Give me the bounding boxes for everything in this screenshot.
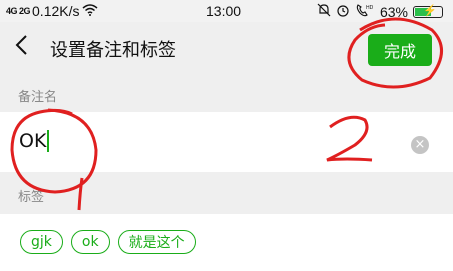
alarm-icon	[336, 3, 350, 20]
status-bar: 4G 2G 0.12K/s 13:00 HD 63% ⚡	[0, 0, 453, 22]
text-cursor	[47, 130, 50, 152]
charging-icon: ⚡	[423, 4, 437, 17]
tag-list: gjk ok 就是这个	[20, 230, 196, 254]
status-left: 4G 2G 0.12K/s	[6, 3, 98, 19]
remark-input-row: OK ×	[0, 112, 453, 172]
tag-chip[interactable]: gjk	[20, 230, 63, 254]
back-button[interactable]	[14, 34, 36, 62]
wifi-icon	[82, 3, 98, 19]
chevron-left-icon	[15, 35, 27, 55]
battery-icon: ⚡	[413, 4, 443, 18]
svg-text:HD: HD	[366, 5, 374, 11]
remark-input-value: OK	[19, 130, 47, 152]
tag-chip[interactable]: ok	[70, 230, 110, 254]
remark-input[interactable]: OK	[19, 130, 50, 152]
done-button[interactable]: 完成	[368, 34, 432, 66]
battery-percent: 63%	[379, 3, 408, 20]
signal-icon: 4G 2G	[6, 6, 31, 16]
page-title: 设置备注和标签	[50, 40, 176, 61]
tags-section-header: 标签	[0, 172, 453, 214]
tags-label: 标签	[18, 190, 45, 205]
network-speed: 0.12K/s	[32, 3, 80, 19]
tag-chip[interactable]: 就是这个	[117, 230, 196, 254]
hd-call-icon: HD	[355, 3, 375, 20]
clock: 13:00	[206, 3, 242, 19]
remark-label: 备注名	[18, 90, 58, 105]
mute-icon	[317, 3, 331, 20]
remark-section-header: 备注名	[0, 74, 453, 112]
status-right: HD 63% ⚡	[317, 3, 443, 20]
clear-icon[interactable]: ×	[411, 136, 429, 154]
